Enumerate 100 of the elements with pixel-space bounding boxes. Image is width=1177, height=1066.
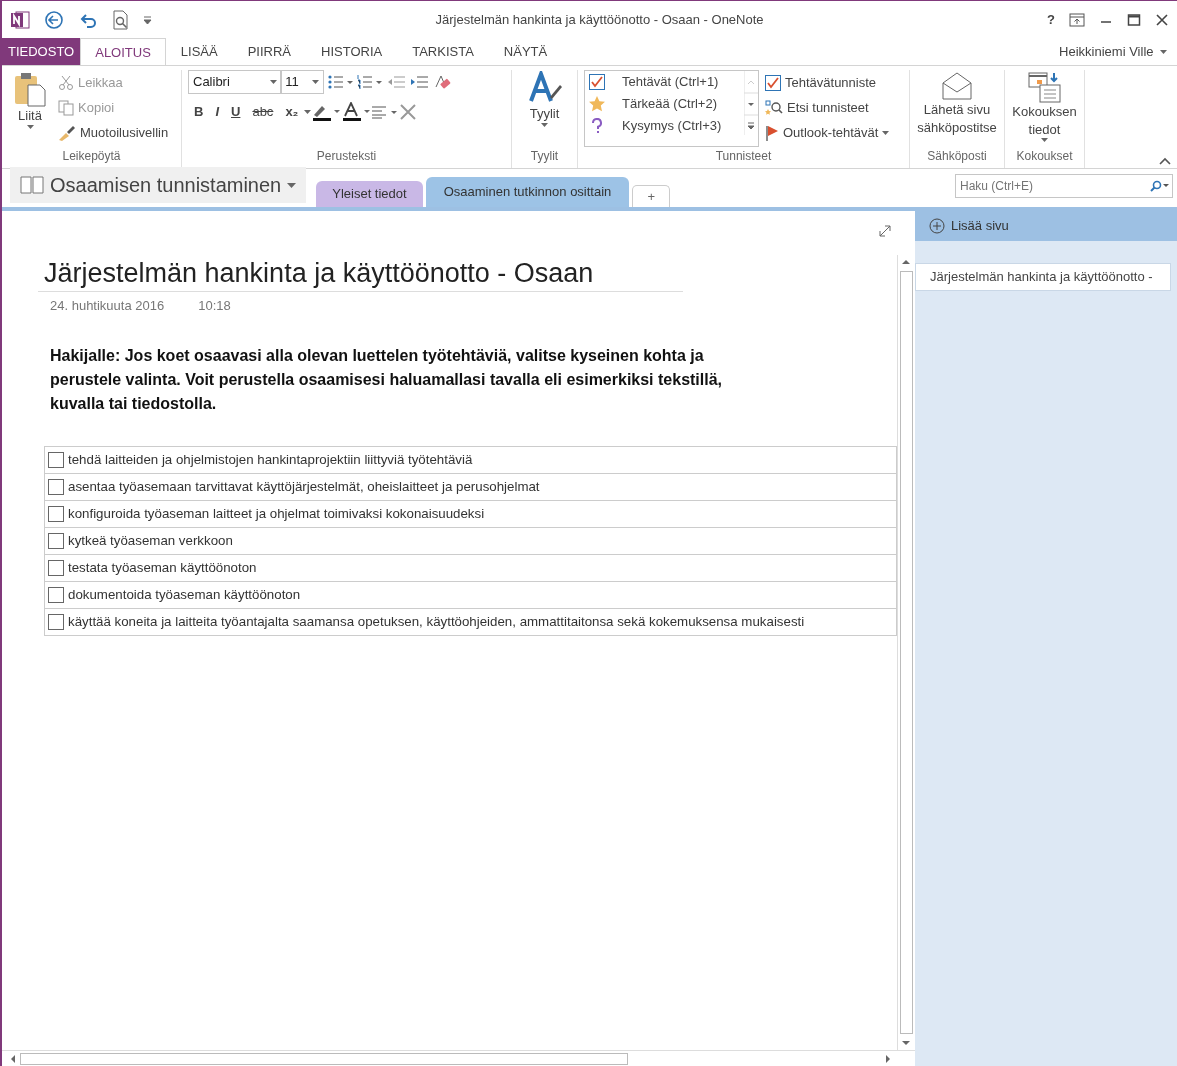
email-page-button[interactable]: Lähetä sivu sähköpostitse [916,70,998,147]
horizontal-scrollbar[interactable] [2,1050,915,1066]
ribbon-tab[interactable]: NÄYTÄ [488,38,563,65]
font-size-field[interactable]: 11 [280,70,325,94]
back-icon[interactable] [44,9,64,30]
checkbox[interactable] [48,586,64,603]
find-tags-button[interactable]: Etsi tunnisteet [765,95,890,120]
notebook-selector[interactable]: Osaamisen tunnistaminen [10,167,307,203]
format-button[interactable]: U [225,102,247,122]
ribbon-display-icon[interactable] [1069,12,1085,27]
task-text: dokumentoida työaseman käyttöönoton [68,585,301,604]
search-icon [1149,180,1169,192]
group-label: Leikepöytä [61,148,122,165]
format-button[interactable]: I [209,102,225,122]
task-text: kytkeä työaseman verkkoon [68,531,233,550]
find-tags-icon [765,99,783,116]
checkbox[interactable] [48,505,64,522]
star-icon [589,96,605,112]
copy-icon [58,99,74,116]
vertical-scrollbar[interactable] [897,255,915,1050]
delete-icon[interactable] [399,103,418,121]
caret-icon [1041,138,1048,143]
meeting-icon [1027,71,1062,103]
page-title[interactable]: Järjestelmän hankinta ja käyttöönotto - Osaan [38,257,683,293]
task-text: testata työaseman käyttöönoton [68,558,257,577]
group-label: Perusteksti [315,148,378,165]
notebook-icon [20,175,44,195]
font-field[interactable]: Calibri [188,70,282,94]
add-section-button[interactable]: + [632,185,671,207]
group-label: Sähköposti [926,148,988,165]
font-color-icon[interactable] [341,102,372,122]
caret-icon[interactable] [1160,49,1167,54]
styles-button[interactable]: Tyylit [518,70,571,147]
ribbon-tab[interactable]: ALOITUS [80,38,166,66]
ribbon-tab[interactable]: HISTORIA [306,38,398,65]
tag-item[interactable]: Tärkeää (Ctrl+2) [585,93,744,115]
group-label: Kokoukset [1015,148,1074,165]
ribbon-tab[interactable]: TIEDOSTO [2,38,81,65]
caret-icon [882,130,890,135]
caret-icon [26,124,34,129]
section-tab[interactable]: Yleiset tiedot [316,181,423,207]
todo-tag-button[interactable]: Tehtävätunniste [765,70,890,95]
envelope-icon [941,71,973,101]
tag-item[interactable]: Kysymys (Ctrl+3) [585,115,744,137]
page-date: 24. huhtikuuta 2016 [50,297,165,316]
paste-button[interactable]: Liitä [8,70,52,147]
format-button[interactable]: abc [246,102,280,122]
search-field[interactable]: Haku (Ctrl+E) [955,174,1173,198]
plus-circle-icon [929,218,945,234]
collapse-ribbon-icon[interactable] [1158,156,1171,165]
group-label: Tunnisteet [714,148,773,165]
intro-text: Hakijalle: Jos koet osaavasi alla olevan luettelen työtehtäviä, valitse kyseinen kohta ja perustele valinta. Voit perustella osaamisesi haluamallasi tavalla eli esimerkiksi tekstillä, kuvalla tai tiedostolla. [50,345,724,414]
user-name[interactable]: Heikkiniemi Ville [1059,41,1154,62]
group-label: Tyylit [529,148,560,165]
close-icon[interactable] [1155,12,1169,27]
scissors-icon [58,74,74,91]
brush-icon [58,124,76,141]
meeting-details-button[interactable]: Kokouksen tiedot [1011,70,1078,147]
task-text: käyttää koneita ja laitteita työantajalta saamansa opetuksen, käyttöohjeiden, ammattitaitonsa sekä kokemuksensa mukaisesti [68,612,805,631]
styles-icon [527,71,562,105]
checkbox-icon [765,74,781,91]
task-text: tehdä laitteiden ja ohjelmistojen hankintaprojektiin liittyviä työtehtäviä [68,450,473,469]
clipboard-icon [14,71,46,107]
tag-item[interactable]: Tehtävät (Ctrl+1) [585,71,744,93]
format-button[interactable]: x₂ [279,102,305,122]
caret-icon [287,182,297,188]
ribbon-tab[interactable]: LISÄÄ [165,38,233,65]
page-time: 10:18 [198,297,231,316]
caret-icon [312,80,320,84]
bullet-list-icon[interactable] [327,74,354,90]
clear-formatting-icon[interactable] [432,73,451,91]
format-painter-button[interactable]: Muotoilusivellin [58,120,169,145]
window-title: Järjestelmän hankinta ja käyttöönotto - Osaan - OneNote [434,10,765,29]
checkbox[interactable] [48,613,64,630]
checkbox[interactable] [48,478,64,495]
ribbon-tab[interactable]: PIIRRÄ [232,38,307,65]
increase-indent-icon[interactable] [409,75,430,89]
task-text: asentaa työasemaan tarvittavat käyttöjärjestelmät, oheislaitteet ja perusohjelmat [68,477,540,496]
help-button[interactable]: ? [1047,9,1055,30]
checkbox-icon [589,74,605,90]
maximize-icon[interactable] [1127,12,1141,27]
page-item[interactable]: Järjestelmän hankinta ja käyttöönotto - [915,263,1171,291]
decrease-indent-icon[interactable] [386,75,406,89]
flag-icon [765,124,779,141]
task-text: konfiguroida työaseman laitteet ja ohjelmat toimivaksi kokonaisuudeksi [68,504,485,523]
checkbox[interactable] [48,532,64,549]
caret-icon[interactable] [304,110,312,114]
onenote-logo-icon[interactable] [10,9,30,30]
customize-icon[interactable] [144,15,152,24]
print-preview-icon[interactable] [112,9,130,30]
ribbon-tab[interactable]: TARKISTA [397,38,489,65]
numbered-list-icon[interactable] [356,74,383,90]
section-tab[interactable]: Osaaminen tutkinnon osittain [425,177,630,207]
checkbox[interactable] [48,451,64,468]
format-button[interactable]: B [188,102,210,122]
expand-icon[interactable] [879,225,891,237]
caret-icon [541,122,548,127]
checkbox[interactable] [48,559,64,576]
outlook-tasks-button[interactable]: Outlook-tehtävät [765,120,890,145]
add-page-button[interactable]: Lisää sivu [915,211,1177,241]
